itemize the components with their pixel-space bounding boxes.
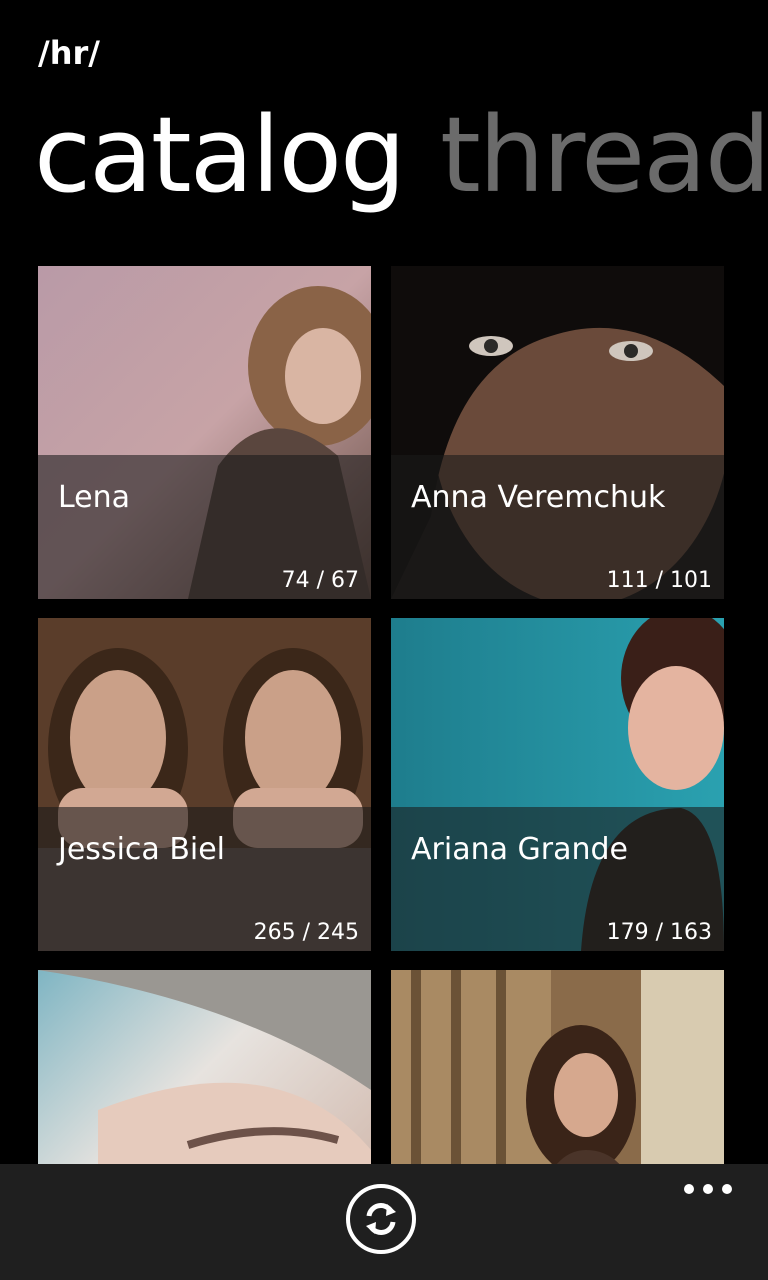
thread-counts: 265 / 245 (253, 920, 359, 945)
pivot-header: catalog threads (34, 90, 768, 220)
thread-thumbnail (391, 970, 724, 1164)
thread-counts: 179 / 163 (606, 920, 712, 945)
thread-tile[interactable]: Jessica Biel 265 / 245 (38, 618, 371, 951)
thread-tile[interactable] (391, 970, 724, 1164)
thread-title: Ariana Grande (411, 832, 628, 867)
thread-title: Lena (58, 480, 131, 515)
thread-tile[interactable]: Anna Veremchuk 111 / 101 (391, 266, 724, 599)
thread-thumbnail (38, 970, 371, 1164)
board-name: /hr/ (38, 34, 100, 72)
thread-counts: 74 / 67 (281, 568, 359, 593)
thread-tile[interactable]: Lena 74 / 67 (38, 266, 371, 599)
refresh-button[interactable] (346, 1184, 416, 1254)
thread-counts: 111 / 101 (606, 568, 712, 593)
tab-catalog[interactable]: catalog (34, 90, 406, 220)
thread-tile[interactable] (38, 970, 371, 1164)
thread-title: Anna Veremchuk (411, 480, 666, 515)
refresh-icon (366, 1203, 396, 1235)
tab-threads[interactable]: threads (440, 90, 768, 220)
thread-tile[interactable]: Ariana Grande 179 / 163 (391, 618, 724, 951)
app-bar (0, 1164, 768, 1280)
more-icon[interactable] (684, 1180, 732, 1198)
catalog-grid: Lena 74 / 67 Anna Veremchuk 111 / 101 Je… (38, 266, 724, 1164)
thread-title: Jessica Biel (58, 832, 226, 867)
